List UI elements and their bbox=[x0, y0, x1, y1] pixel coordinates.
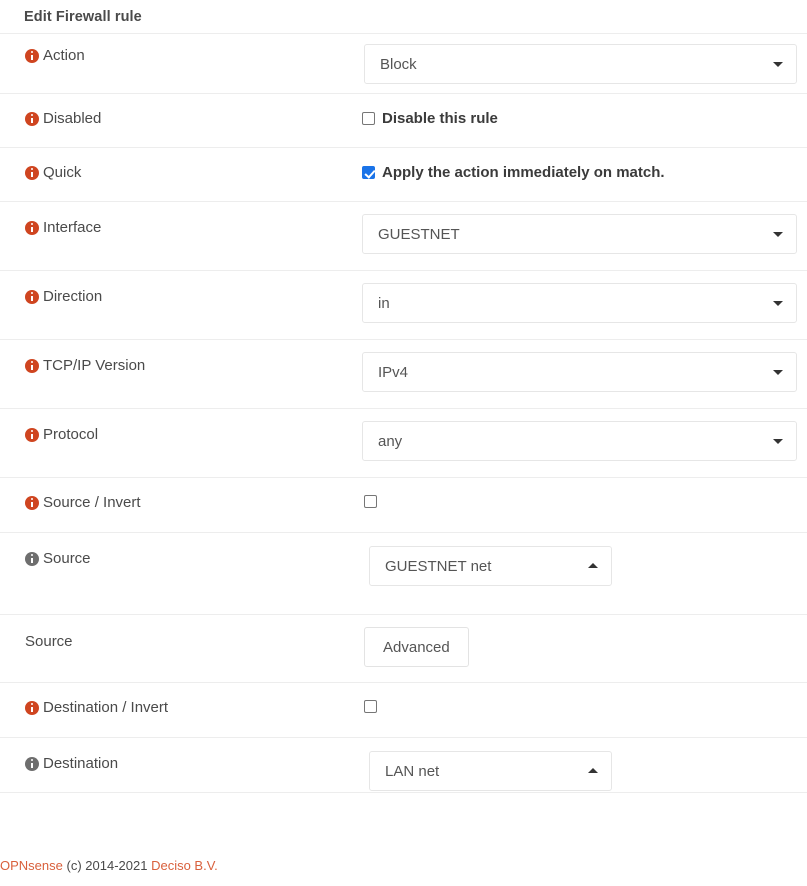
quick-apply-checkbox[interactable] bbox=[362, 166, 375, 179]
field-label-source: Source bbox=[0, 533, 362, 566]
field-value-destination: LAN net bbox=[362, 738, 807, 791]
deciso-link[interactable]: Deciso B.V. bbox=[151, 858, 218, 873]
footer-copyright: (c) 2014-2021 bbox=[67, 858, 148, 873]
field-value-quick: Apply the action immediately on match. bbox=[362, 148, 807, 181]
field-value-source-advanced: Advanced bbox=[362, 615, 807, 667]
disable-this-rule-label: Disable this rule bbox=[382, 110, 498, 127]
destination-select[interactable]: LAN net bbox=[369, 751, 612, 791]
interface-select[interactable]: GUESTNET bbox=[362, 214, 797, 254]
quick-apply-label: Apply the action immediately on match. bbox=[382, 164, 665, 181]
field-label-direction: Direction bbox=[0, 271, 362, 304]
field-label-action: Action bbox=[0, 34, 362, 63]
chevron-up-icon bbox=[588, 563, 598, 568]
field-label-text: Quick bbox=[43, 165, 81, 180]
field-label-text: Source bbox=[25, 634, 73, 649]
field-row-interface: Interface GUESTNET bbox=[0, 202, 807, 271]
info-icon[interactable] bbox=[25, 757, 39, 771]
direction-select[interactable]: in bbox=[362, 283, 797, 323]
field-label-interface: Interface bbox=[0, 202, 362, 235]
page-footer: OPNsense (c) 2014-2021 Deciso B.V. bbox=[0, 844, 807, 886]
field-label-text: Disabled bbox=[43, 111, 101, 126]
field-label-text: Action bbox=[43, 48, 85, 63]
source-select[interactable]: GUESTNET net bbox=[369, 546, 612, 586]
field-label-protocol: Protocol bbox=[0, 409, 362, 442]
info-icon[interactable] bbox=[25, 221, 39, 235]
tcpip-version-select[interactable]: IPv4 bbox=[362, 352, 797, 392]
field-row-action: Action Block bbox=[0, 34, 807, 94]
field-label-tcpip-version: TCP/IP Version bbox=[0, 340, 362, 373]
source-advanced-button[interactable]: Advanced bbox=[364, 627, 469, 667]
field-value-disabled: Disable this rule bbox=[362, 94, 807, 127]
info-icon[interactable] bbox=[25, 290, 39, 304]
field-label-source-invert: Source / Invert bbox=[0, 478, 362, 510]
field-label-text: Direction bbox=[43, 289, 102, 304]
field-row-quick: Quick Apply the action immediately on ma… bbox=[0, 148, 807, 202]
field-label-text: Source / Invert bbox=[43, 495, 141, 510]
field-row-destination-invert: Destination / Invert bbox=[0, 683, 807, 738]
field-value-action: Block bbox=[362, 34, 807, 84]
source-select-value: GUESTNET net bbox=[385, 558, 491, 575]
action-select-value: Block bbox=[380, 56, 417, 73]
field-value-source-invert bbox=[362, 478, 807, 508]
field-row-source-advanced: Source Advanced bbox=[0, 615, 807, 683]
destination-invert-checkbox[interactable] bbox=[364, 700, 377, 713]
direction-select-value: in bbox=[378, 295, 390, 312]
page-title: Edit Firewall rule bbox=[24, 9, 142, 25]
field-label-disabled: Disabled bbox=[0, 94, 362, 126]
tcpip-version-select-value: IPv4 bbox=[378, 364, 408, 381]
info-icon[interactable] bbox=[25, 552, 39, 566]
field-row-direction: Direction in bbox=[0, 271, 807, 340]
chevron-down-icon bbox=[773, 62, 783, 67]
source-invert-checkbox[interactable] bbox=[364, 495, 377, 508]
field-value-direction: in bbox=[362, 271, 807, 323]
field-value-protocol: any bbox=[362, 409, 807, 461]
field-label-text: Source bbox=[43, 551, 91, 566]
field-label-text: Interface bbox=[43, 220, 101, 235]
field-value-source: GUESTNET net bbox=[362, 533, 807, 586]
field-label-text: TCP/IP Version bbox=[43, 358, 145, 373]
field-value-tcpip-version: IPv4 bbox=[362, 340, 807, 392]
chevron-down-icon bbox=[773, 301, 783, 306]
chevron-up-icon bbox=[588, 768, 598, 773]
destination-select-value: LAN net bbox=[385, 763, 439, 780]
protocol-select[interactable]: any bbox=[362, 421, 797, 461]
info-icon[interactable] bbox=[25, 49, 39, 63]
field-value-interface: GUESTNET bbox=[362, 202, 807, 254]
field-row-source: Source GUESTNET net bbox=[0, 533, 807, 615]
action-select[interactable]: Block bbox=[364, 44, 797, 84]
interface-select-value: GUESTNET bbox=[378, 226, 460, 243]
field-row-protocol: Protocol any bbox=[0, 409, 807, 478]
form-header: Edit Firewall rule bbox=[0, 0, 807, 34]
field-label-text: Protocol bbox=[43, 427, 98, 442]
field-row-destination: Destination LAN net bbox=[0, 738, 807, 793]
field-label-quick: Quick bbox=[0, 148, 362, 180]
field-label-destination: Destination bbox=[0, 738, 362, 771]
info-icon[interactable] bbox=[25, 428, 39, 442]
opnsense-link[interactable]: OPNsense bbox=[0, 858, 63, 873]
field-row-tcpip-version: TCP/IP Version IPv4 bbox=[0, 340, 807, 409]
chevron-down-icon bbox=[773, 232, 783, 237]
field-label-text: Destination bbox=[43, 756, 118, 771]
field-row-disabled: Disabled Disable this rule bbox=[0, 94, 807, 148]
chevron-down-icon bbox=[773, 370, 783, 375]
disable-this-rule-checkbox[interactable] bbox=[362, 112, 375, 125]
field-row-source-invert: Source / Invert bbox=[0, 478, 807, 533]
field-label-text: Destination / Invert bbox=[43, 700, 168, 715]
info-icon[interactable] bbox=[25, 112, 39, 126]
field-label-source-advanced: Source bbox=[0, 615, 362, 649]
protocol-select-value: any bbox=[378, 433, 402, 450]
chevron-down-icon bbox=[773, 439, 783, 444]
info-icon[interactable] bbox=[25, 496, 39, 510]
info-icon[interactable] bbox=[25, 166, 39, 180]
edit-firewall-rule-page: Edit Firewall rule Action Block Disabled bbox=[0, 0, 807, 886]
info-icon[interactable] bbox=[25, 701, 39, 715]
info-icon[interactable] bbox=[25, 359, 39, 373]
field-value-destination-invert bbox=[362, 683, 807, 713]
field-label-destination-invert: Destination / Invert bbox=[0, 683, 362, 715]
